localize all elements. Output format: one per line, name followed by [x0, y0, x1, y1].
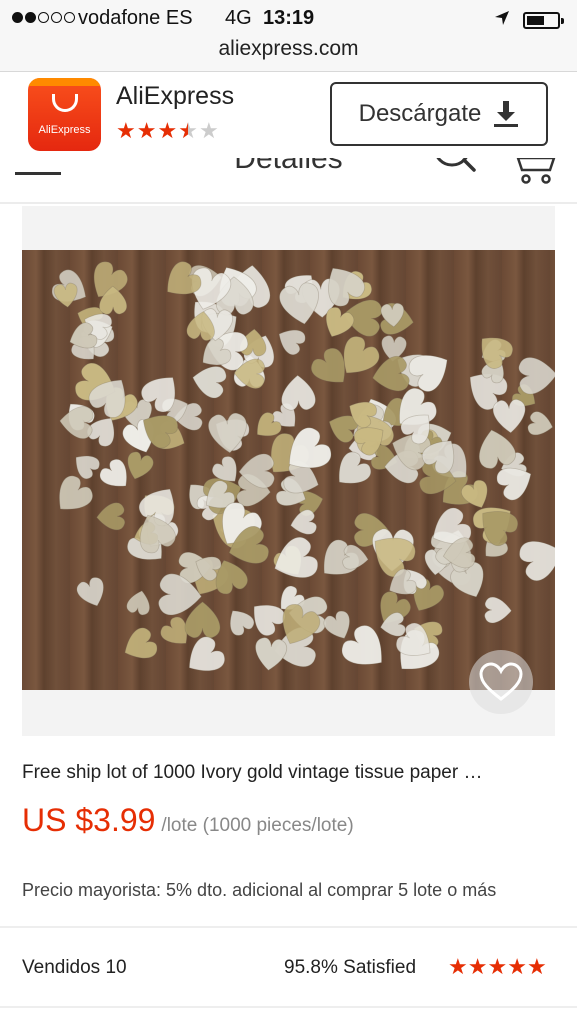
app-icon-label: AliExpress [38, 124, 91, 136]
confetti-heart [76, 577, 104, 607]
heart-icon [479, 662, 523, 701]
sold-count: Vendidos 10 [22, 957, 127, 978]
confetti-heart [323, 610, 350, 639]
product-price: US $3.99 [22, 802, 156, 838]
status-row: vodafone ES 4G 13:19 [0, 4, 577, 34]
star-icon: ★ [136, 118, 157, 143]
confetti-heart [342, 544, 369, 570]
confetti-heart [281, 374, 316, 411]
star-icon: ★ [526, 954, 547, 979]
status-bar: vodafone ES 4G 13:19 aliexpress.com [0, 0, 577, 72]
signal-strength-icon [12, 12, 75, 23]
confetti-heart [279, 282, 319, 325]
status-time: 13:19 [263, 7, 315, 29]
star-icon: ★ [198, 118, 219, 143]
confetti-heart [278, 329, 306, 356]
site-header: Detalles [0, 158, 577, 204]
confetti-hearts-image [51, 261, 555, 672]
aliexpress-app-icon[interactable]: AliExpress [28, 78, 101, 151]
app-name: AliExpress [116, 82, 235, 110]
star-icon: ★ [116, 118, 136, 143]
signal-dot [12, 12, 23, 23]
page-title: Detalles [234, 158, 343, 175]
confetti-heart [484, 596, 512, 624]
confetti-heart [229, 610, 255, 636]
confetti-heart [126, 590, 150, 616]
network-type: 4G [225, 7, 252, 29]
shopping-cart-icon[interactable] [516, 158, 558, 186]
download-app-button[interactable]: Descárgate [330, 82, 548, 146]
star-half-icon: ★ [178, 118, 198, 143]
app-rating-stars: ★ ★ ★ ★ ★ [116, 120, 219, 142]
search-icon[interactable] [432, 158, 478, 184]
wishlist-button[interactable] [469, 650, 533, 714]
wholesale-discount-note: Precio mayorista: 5% dto. adicional al c… [22, 880, 497, 900]
star-icon: ★ [467, 954, 488, 979]
product-rating-stars[interactable]: ★ ★ ★ ★ ★ [448, 956, 547, 978]
confetti-heart [124, 627, 158, 659]
price-unit: /lote (1000 pieces/lote) [161, 815, 354, 836]
address-bar-url[interactable]: aliexpress.com [0, 37, 577, 61]
confetti-heart [208, 412, 247, 454]
download-icon [494, 101, 519, 127]
location-arrow-icon [495, 11, 509, 25]
confetti-heart [127, 451, 154, 480]
product-title[interactable]: Free ship lot of 1000 Ivory gold vintage… [22, 762, 552, 784]
price-row: US $3.99 /lote (1000 pieces/lote) [22, 802, 354, 839]
confetti-heart [192, 366, 227, 399]
confetti-heart [408, 355, 448, 392]
download-label: Descárgate [358, 100, 482, 127]
confetti-heart [59, 406, 94, 440]
product-image[interactable] [22, 250, 555, 690]
signal-dot [25, 12, 36, 23]
star-icon: ★ [487, 954, 508, 979]
confetti-heart [492, 399, 526, 434]
confetti-heart [481, 337, 514, 369]
confetti-heart [255, 637, 288, 671]
divider [0, 926, 577, 928]
confetti-heart [53, 282, 78, 308]
confetti-heart [527, 411, 554, 436]
confetti-heart [518, 357, 555, 395]
confetti-heart [519, 541, 555, 582]
confetti-heart [59, 475, 93, 510]
carrier-name: vodafone ES [78, 7, 193, 29]
signal-dot [38, 12, 49, 23]
confetti-heart [96, 502, 126, 531]
star-icon: ★ [507, 954, 527, 979]
battery-icon [523, 12, 564, 29]
divider [0, 1006, 577, 1008]
star-icon: ★ [157, 118, 178, 143]
app-install-banner: AliExpress AliExpress ★ ★ ★ ★ ★ Descárga… [0, 72, 577, 158]
signal-dot [51, 12, 62, 23]
confetti-heart [290, 509, 317, 535]
star-icon: ★ [448, 954, 468, 979]
signal-dot [64, 12, 75, 23]
satisfaction-rate: 95.8% Satisfied [284, 957, 417, 978]
